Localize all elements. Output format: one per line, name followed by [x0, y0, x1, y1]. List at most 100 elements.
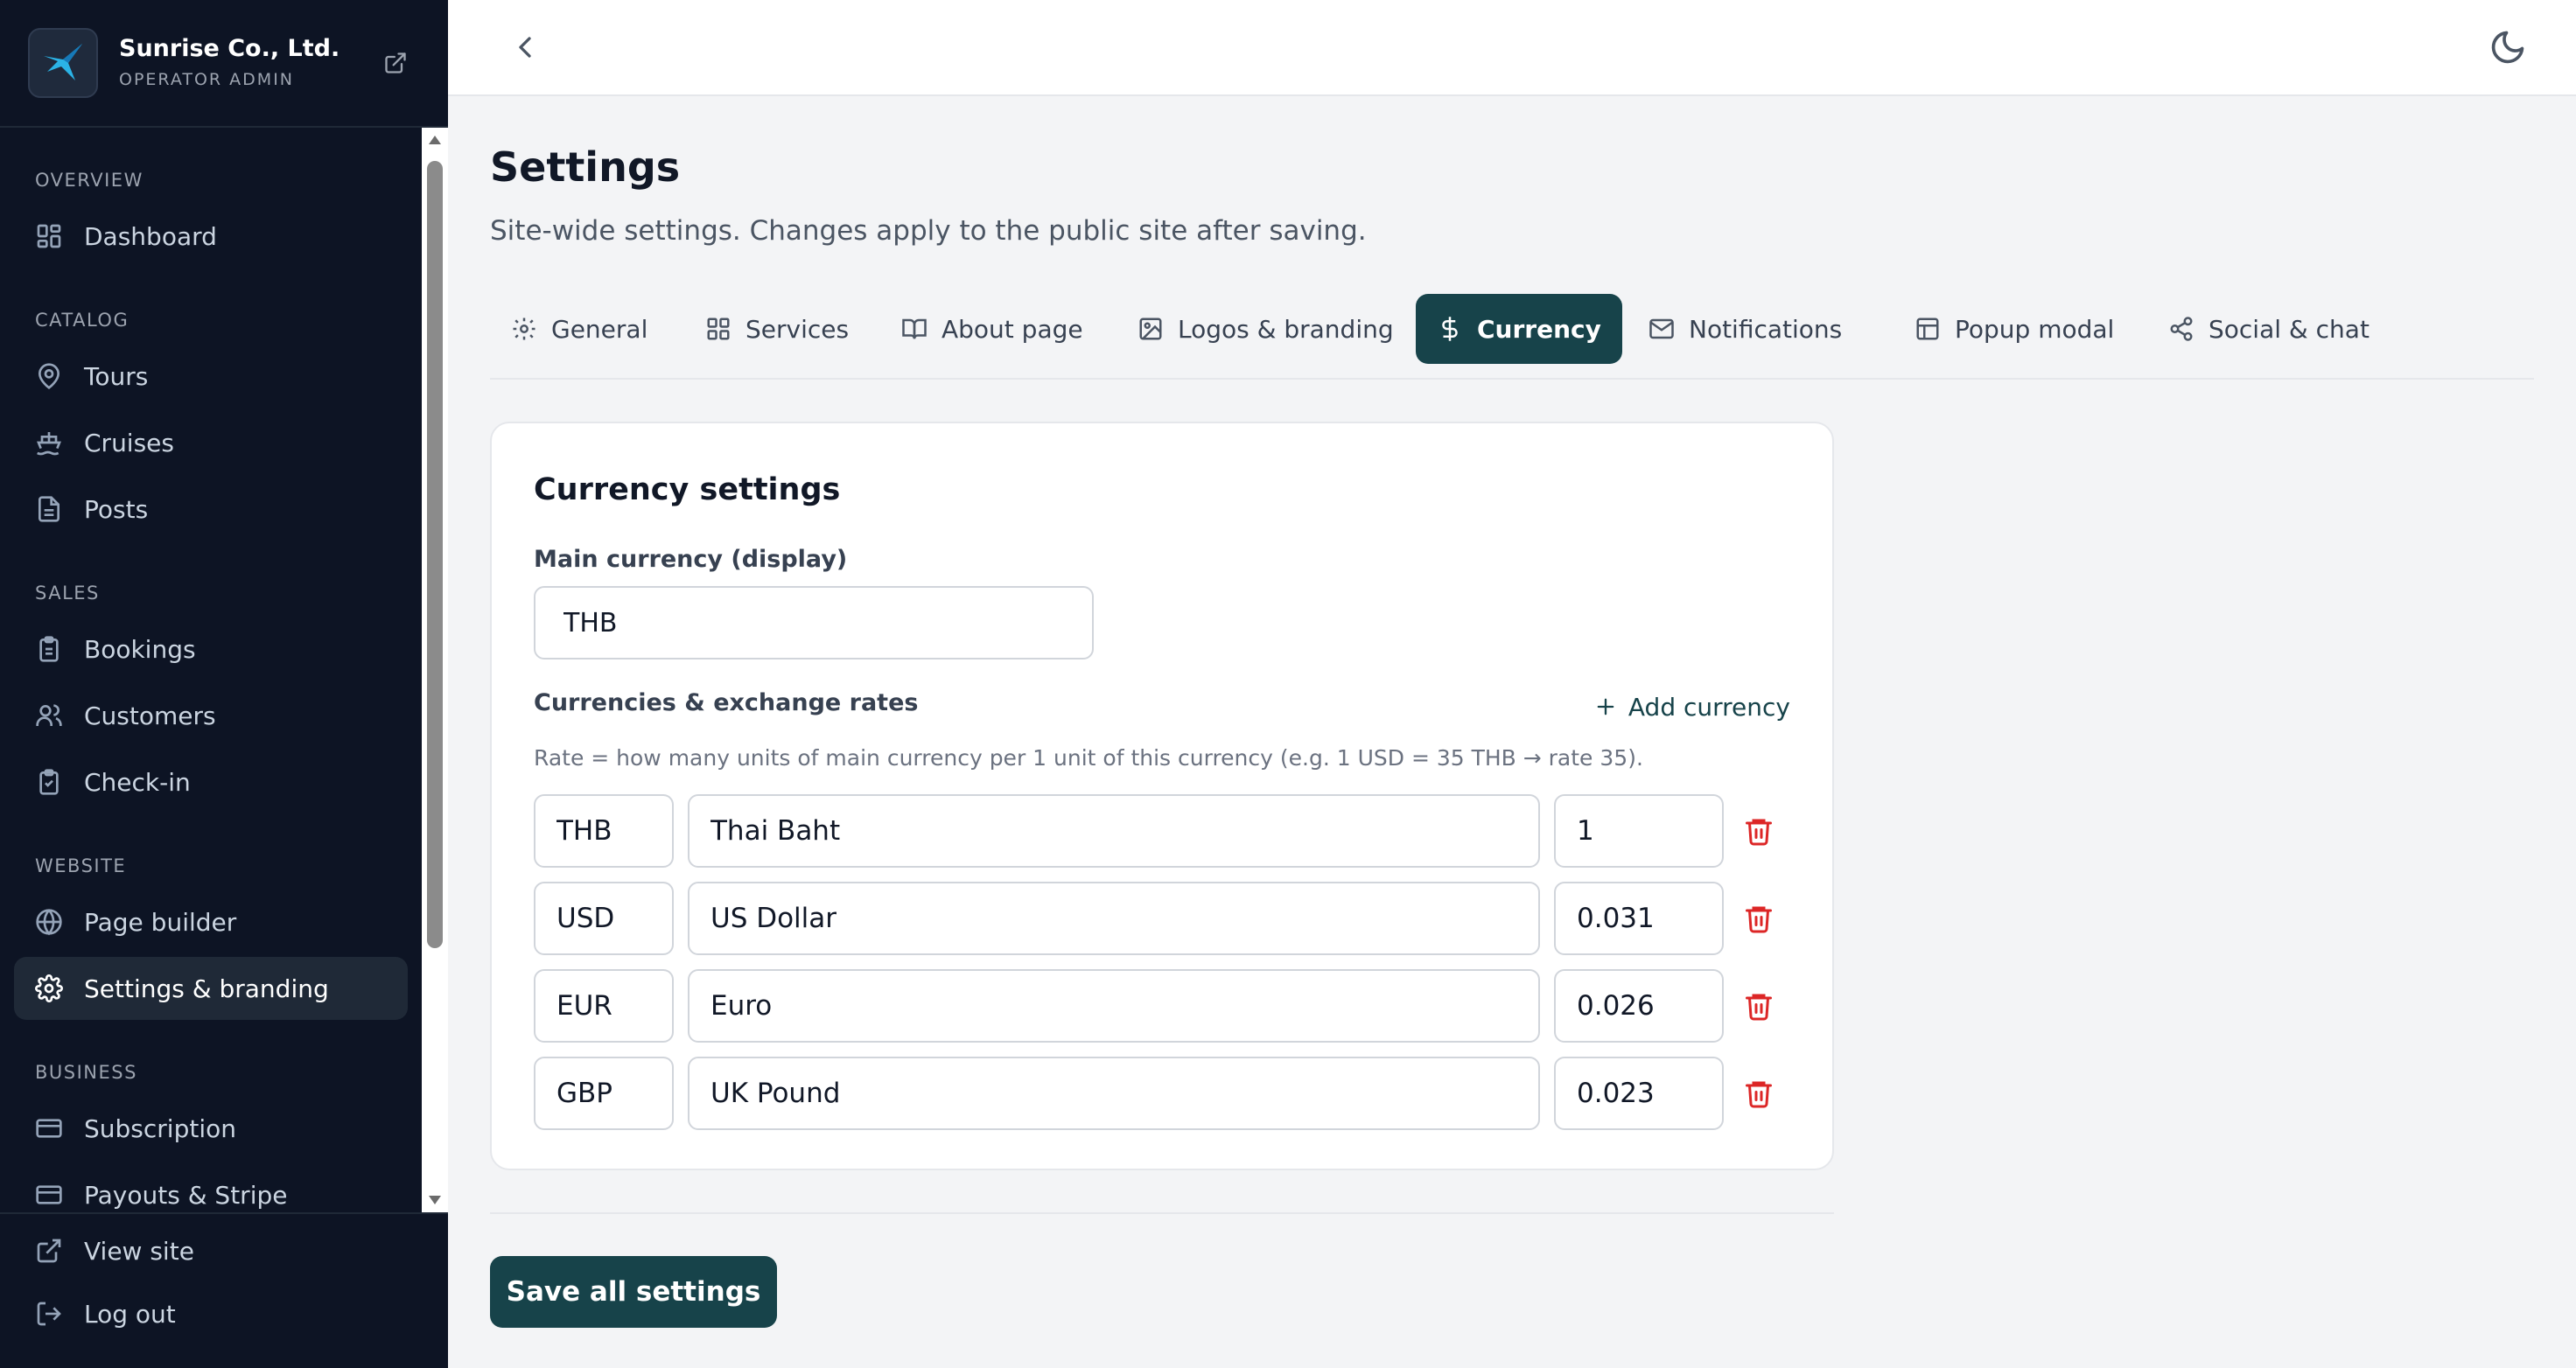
tab-label: Services: [746, 314, 850, 344]
tab-notifications[interactable]: Notifications: [1628, 294, 1863, 364]
clipboard-icon: [39, 636, 59, 662]
trash-icon[interactable]: [1743, 903, 1774, 938]
log-out-icon: [37, 1302, 61, 1326]
gear-icon: [513, 318, 536, 340]
book-icon: [902, 318, 927, 339]
exchange-rates-label: Currencies & exchange rates: [534, 689, 919, 716]
document-icon: [38, 496, 60, 522]
currency-name-input[interactable]: [688, 969, 1540, 1043]
currency-code-input[interactable]: [534, 969, 674, 1043]
tab-label: General: [551, 314, 648, 344]
scroll-down-arrow-icon[interactable]: [428, 1195, 442, 1205]
trash-icon[interactable]: [1743, 1078, 1774, 1113]
sidebar: Sunrise Co., Ltd. OPERATOR ADMIN OVERVIE…: [0, 0, 448, 1368]
currency-name-input[interactable]: [688, 882, 1540, 955]
credit-card-icon: [36, 1185, 62, 1204]
currency-code-input[interactable]: [534, 1057, 674, 1130]
sidebar-item-label: Customers: [84, 701, 216, 730]
sidebar-item-label: Page builder: [84, 907, 237, 937]
sidebar-item-page-builder[interactable]: Page builder: [14, 890, 408, 953]
nav-section-business: BUSINESS: [35, 1062, 137, 1083]
currency-code-input[interactable]: [534, 882, 674, 955]
currency-row: [534, 1057, 1794, 1130]
tab-logos-branding[interactable]: Logos & branding: [1116, 294, 1415, 364]
sidebar-item-label: Subscription: [84, 1113, 236, 1143]
topbar: [448, 0, 2576, 96]
brand-logo: [28, 28, 98, 98]
brand-header: Sunrise Co., Ltd. OPERATOR ADMIN: [0, 0, 448, 128]
currency-rate-input[interactable]: [1554, 882, 1724, 955]
chevron-left-icon[interactable]: [508, 30, 542, 68]
sidebar-item-subscription[interactable]: Subscription: [14, 1097, 408, 1160]
sidebar-item-dashboard[interactable]: Dashboard: [14, 205, 408, 268]
sidebar-item-label: Dashboard: [84, 221, 217, 251]
tab-services[interactable]: Services: [684, 294, 870, 364]
ship-icon: [37, 432, 61, 456]
sidebar-item-label: Posts: [84, 494, 149, 524]
tab-label: Logos & branding: [1178, 314, 1394, 344]
sidebar-item-label: Cruises: [84, 428, 174, 457]
layout-icon: [1916, 318, 1939, 340]
sidebar-item-customers[interactable]: Customers: [14, 684, 408, 747]
currency-rate-input[interactable]: [1554, 794, 1724, 868]
currency-settings-card: Currency settings Main currency (display…: [490, 422, 1834, 1170]
sidebar-item-tours[interactable]: Tours: [14, 345, 408, 408]
card-title: Currency settings: [534, 472, 841, 507]
trash-icon[interactable]: [1743, 990, 1774, 1025]
moon-icon[interactable]: [2488, 28, 2527, 70]
tab-label: Social & chat: [2208, 314, 2370, 344]
gear-icon: [35, 974, 63, 1002]
grid-icon: [37, 224, 61, 248]
currency-code-input[interactable]: [534, 794, 674, 868]
add-currency-button[interactable]: Add currency: [1593, 686, 1790, 728]
tab-label: Currency: [1477, 314, 1601, 344]
currency-rate-input[interactable]: [1554, 1057, 1724, 1130]
tab-label: Notifications: [1689, 314, 1843, 344]
nav-section-overview: OVERVIEW: [35, 170, 144, 191]
tab-about-page[interactable]: About page: [880, 294, 1104, 364]
page-subtitle: Site-wide settings. Changes apply to the…: [490, 215, 1367, 247]
mail-icon: [1649, 318, 1674, 339]
currency-name-input[interactable]: [688, 794, 1540, 868]
users-icon: [36, 704, 62, 726]
sidebar-item-payouts-stripe[interactable]: Payouts & Stripe: [14, 1163, 408, 1211]
sidebar-item-cruises[interactable]: Cruises: [14, 411, 408, 474]
log-out-label: Log out: [84, 1299, 176, 1329]
tab-social-chat[interactable]: Social & chat: [2147, 294, 2390, 364]
tab-label: About page: [942, 314, 1083, 344]
scroll-up-arrow-icon[interactable]: [428, 135, 442, 145]
brand-name: Sunrise Co., Ltd.: [119, 35, 340, 62]
sidebar-scrollbar[interactable]: [422, 128, 448, 1212]
currency-name-input[interactable]: [688, 1057, 1540, 1130]
view-site-link[interactable]: View site: [14, 1219, 408, 1282]
tab-label: Popup modal: [1955, 314, 2115, 344]
add-currency-label: Add currency: [1628, 692, 1790, 722]
rate-hint: Rate = how many units of main currency p…: [534, 745, 1643, 771]
page-title: Settings: [490, 143, 681, 191]
plus-icon: [1597, 698, 1614, 715]
main-currency-input[interactable]: [534, 586, 1094, 660]
tab-currency[interactable]: Currency: [1416, 294, 1622, 364]
map-pin-icon: [38, 363, 60, 390]
trash-icon[interactable]: [1743, 815, 1774, 850]
sidebar-item-settings-branding[interactable]: Settings & branding: [14, 957, 408, 1020]
main-currency-label: Main currency (display): [534, 546, 848, 573]
nav-section-catalog: CATALOG: [35, 310, 130, 331]
view-site-label: View site: [84, 1236, 194, 1266]
clipboard-check-icon: [39, 769, 59, 795]
sidebar-item-bookings[interactable]: Bookings: [14, 618, 408, 681]
log-out-button[interactable]: Log out: [14, 1282, 408, 1345]
tab-general[interactable]: General: [490, 294, 668, 364]
share-icon: [2170, 317, 2193, 341]
scrollbar-thumb[interactable]: [427, 161, 443, 948]
sidebar-item-posts[interactable]: Posts: [14, 478, 408, 541]
currency-rate-input[interactable]: [1554, 969, 1724, 1043]
tab-popup-modal[interactable]: Popup modal: [1894, 294, 2135, 364]
save-all-settings-button[interactable]: Save all settings: [490, 1256, 777, 1328]
external-link-icon[interactable]: [383, 51, 408, 79]
sidebar-item-label: Check-in: [84, 767, 191, 797]
nav-section-sales: SALES: [35, 583, 100, 604]
sidebar-footer: View site Log out: [0, 1212, 448, 1368]
currency-row: [534, 882, 1794, 955]
sidebar-item-check-in[interactable]: Check-in: [14, 750, 408, 813]
